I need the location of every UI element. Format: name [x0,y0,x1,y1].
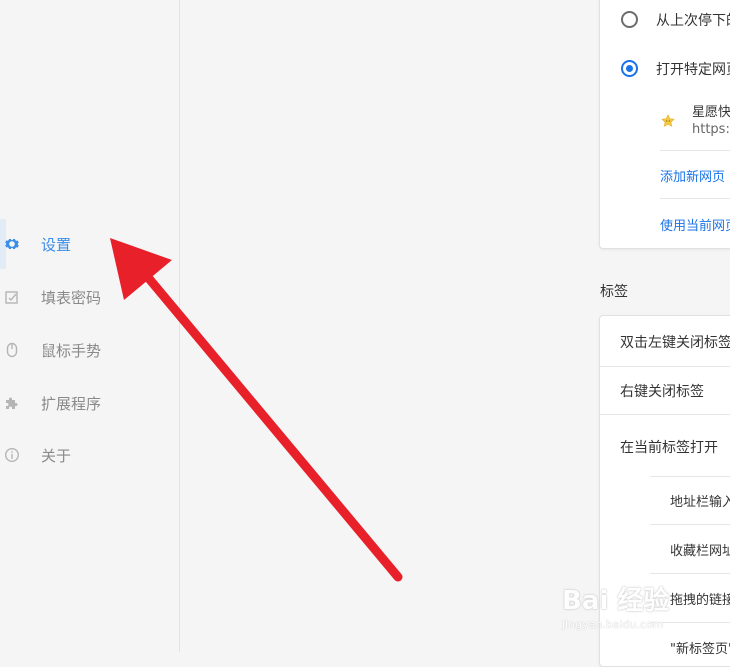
divider [650,573,730,574]
option-specific-label: 打开特定网页 [656,62,730,78]
row-double-click-close[interactable]: 双击左键关闭标签 [620,332,730,352]
page-url: https:// [692,122,730,137]
sidebar-item-label: 设置 [41,235,72,254]
sidebar-item-extensions[interactable]: 扩展程序 [0,378,179,428]
page-name: 星愿快 [692,105,730,120]
baidu-watermark-url: jingyan.baidu.com [562,618,664,631]
site-star-icon [661,113,675,127]
sidebar-item-label: 填表密码 [41,288,102,307]
sidebar-item-label: 关于 [41,446,72,465]
sidebar-item-mouse-gestures[interactable]: 鼠标手势 [0,325,179,375]
subrow-address-bar[interactable]: 地址栏输入 [670,491,730,510]
radio-specific-pages[interactable] [621,60,638,77]
sidebar-item-form-password[interactable]: 填表密码 [0,272,179,322]
sidebar-item-about[interactable]: 关于 [0,430,179,480]
section-title-tabs: 标签 [600,284,628,300]
subrow-bookmarks[interactable]: 收藏栏网址 [670,540,730,559]
option-resume-label: 从上次停下的 [656,13,730,29]
divider [650,476,730,477]
startup-card: 从上次停下的 打开特定网页 星愿快 https:// 添加新网页 使用当前网页 [599,0,730,249]
subrow-dragged-links[interactable]: 拖拽的链接 [670,589,730,608]
baidu-watermark: Bai 经验 [562,586,670,616]
row-right-click-close[interactable]: 右键关闭标签 [620,381,704,401]
sidebar-item-label: 扩展程序 [41,394,102,413]
divider [600,366,730,367]
use-current-pages-link[interactable]: 使用当前网页 [660,215,730,234]
sidebar: 设置 填表密码 鼠标手势 扩展程序 关于 [0,0,180,652]
puzzle-icon [4,395,20,411]
divider [600,414,730,415]
divider [660,198,730,199]
subrow-new-tab-page[interactable]: "新标签页" [670,638,730,657]
divider [650,524,730,525]
mouse-icon [4,342,20,358]
add-page-link[interactable]: 添加新网页 [660,166,725,185]
sidebar-item-settings[interactable]: 设置 [0,219,179,269]
form-check-icon [4,289,20,305]
divider [660,150,730,151]
radio-resume[interactable] [621,11,638,28]
gear-icon [4,236,20,252]
sidebar-item-label: 鼠标手势 [41,341,102,360]
info-icon [4,447,20,463]
row-open-in-current-tab: 在当前标签打开 [620,440,718,456]
